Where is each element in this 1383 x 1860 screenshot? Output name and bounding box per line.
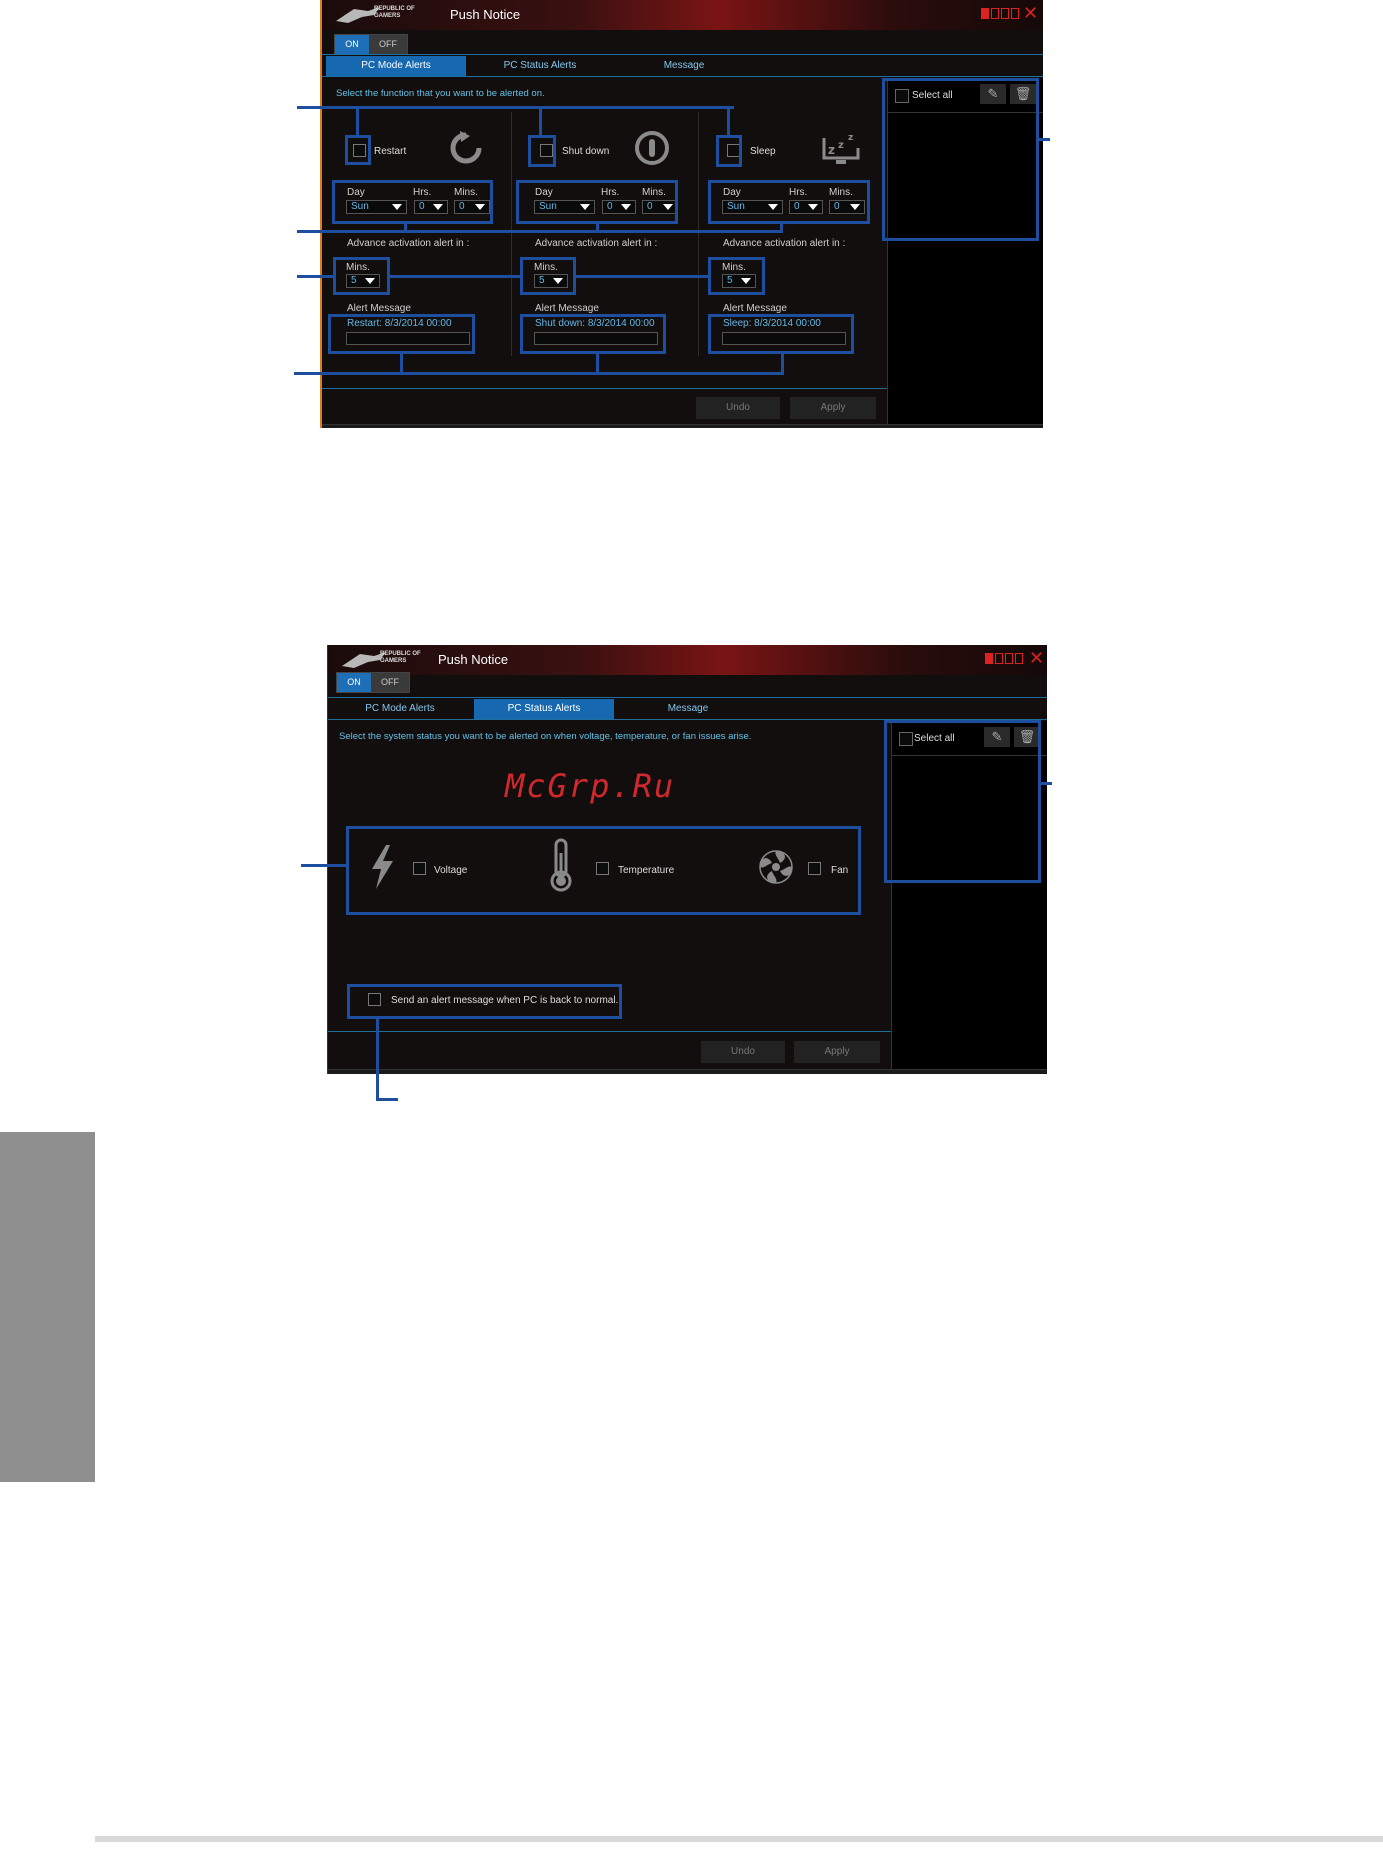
logo-text: REPUBLIC OF GAMERS [380, 651, 421, 664]
toggle-off[interactable]: OFF [369, 35, 407, 54]
title-bar: REPUBLIC OF GAMERS Push Notice ✕ [322, 0, 1043, 30]
tab-message[interactable]: Message [614, 56, 754, 76]
advance-alert-label: Advance activation alert in : [535, 238, 658, 249]
callout-line [780, 222, 783, 231]
callout-line [297, 106, 734, 109]
close-icon[interactable]: ✕ [1023, 3, 1038, 24]
advance-alert-label: Advance activation alert in : [723, 238, 846, 249]
sleep-label: Sleep [750, 146, 776, 157]
svg-text:z: z [838, 140, 844, 151]
callout-line [1038, 138, 1050, 141]
footer-divider [328, 1031, 891, 1032]
callout-box [346, 826, 861, 915]
callout-line [400, 352, 403, 373]
callout-line [297, 230, 783, 233]
watermark: McGrp.Ru [505, 767, 676, 805]
maximize-icon[interactable] [1011, 8, 1019, 19]
column-separator [698, 112, 699, 356]
side-thumb-tab [0, 1132, 95, 1482]
power-icon [635, 131, 669, 165]
column-separator [511, 112, 512, 356]
callout-line [389, 275, 521, 278]
callout-line [404, 222, 407, 231]
tab-pc-mode-alerts[interactable]: PC Mode Alerts [330, 699, 470, 719]
minimize-icon[interactable] [1005, 653, 1013, 664]
sleep-icon: z z z [822, 133, 860, 164]
alert-message-label: Alert Message [723, 303, 787, 314]
tab-pc-status-alerts[interactable]: PC Status Alerts [474, 699, 614, 719]
apply-button[interactable]: Apply [794, 1041, 880, 1063]
callout-box [345, 135, 371, 165]
taskbar [322, 424, 1043, 428]
shutdown-label: Shut down [562, 146, 610, 157]
toggle-on[interactable]: ON [337, 673, 371, 692]
tab-pc-status-alerts[interactable]: PC Status Alerts [470, 56, 610, 76]
callout-box [347, 984, 622, 1019]
callout-box [520, 257, 576, 295]
callout-line [376, 1098, 398, 1101]
close-icon[interactable]: ✕ [1029, 648, 1044, 669]
logo-text: REPUBLIC OF GAMERS [374, 6, 415, 19]
footer-divider [322, 388, 887, 389]
callout-line [376, 1017, 379, 1101]
divider [328, 697, 1047, 698]
callout-box [884, 720, 1041, 883]
callout-line [781, 352, 784, 373]
instruction-text: Select the function that you want to be … [336, 88, 545, 99]
callout-line [727, 106, 730, 136]
callout-box [708, 314, 854, 354]
instruction-text: Select the system status you want to be … [339, 731, 752, 742]
footer-rule [95, 1836, 1383, 1842]
svg-text:z: z [848, 133, 853, 143]
callout-box [882, 78, 1039, 241]
callout-box [516, 180, 678, 224]
callout-box [708, 257, 765, 295]
callout-box [333, 257, 390, 295]
callout-box [716, 135, 742, 167]
advance-alert-label: Advance activation alert in : [347, 238, 470, 249]
update-icon[interactable] [981, 8, 989, 19]
callout-box [332, 180, 493, 224]
callout-line [596, 222, 599, 231]
app-title: Push Notice [438, 652, 509, 667]
callout-line [539, 108, 542, 136]
restore-icon[interactable] [995, 653, 1003, 664]
undo-button[interactable]: Undo [701, 1041, 785, 1063]
alert-message-label: Alert Message [347, 303, 411, 314]
callout-box [520, 314, 666, 354]
callout-box [528, 135, 556, 167]
restart-icon [450, 131, 482, 164]
minimize-icon[interactable] [1001, 8, 1009, 19]
taskbar [328, 1069, 1047, 1074]
callout-line [294, 372, 784, 375]
update-icon[interactable] [985, 653, 993, 664]
toggle-on[interactable]: ON [335, 35, 369, 54]
divider [322, 76, 1043, 77]
restore-icon[interactable] [991, 8, 999, 19]
callout-line [356, 106, 359, 136]
tab-pc-mode-alerts[interactable]: PC Mode Alerts [326, 56, 466, 76]
undo-button[interactable]: Undo [696, 397, 780, 419]
callout-line [596, 352, 599, 373]
callout-box [708, 180, 870, 224]
alert-message-label: Alert Message [535, 303, 599, 314]
callout-line [297, 275, 334, 278]
tab-message[interactable]: Message [618, 699, 758, 719]
title-bar: REPUBLIC OF GAMERS Push Notice ✕ [328, 645, 1047, 675]
restart-label: Restart [374, 146, 407, 157]
callout-box [328, 314, 475, 354]
app-title: Push Notice [450, 7, 521, 22]
on-off-toggle[interactable]: ON OFF [336, 672, 410, 693]
apply-button[interactable]: Apply [790, 397, 876, 419]
svg-text:z: z [828, 143, 835, 157]
callout-line [301, 864, 347, 867]
callout-line [1040, 782, 1052, 785]
maximize-icon[interactable] [1015, 653, 1023, 664]
divider [322, 54, 1043, 55]
toggle-off[interactable]: OFF [371, 673, 409, 692]
on-off-toggle[interactable]: ON OFF [334, 34, 408, 55]
callout-line [575, 275, 709, 278]
